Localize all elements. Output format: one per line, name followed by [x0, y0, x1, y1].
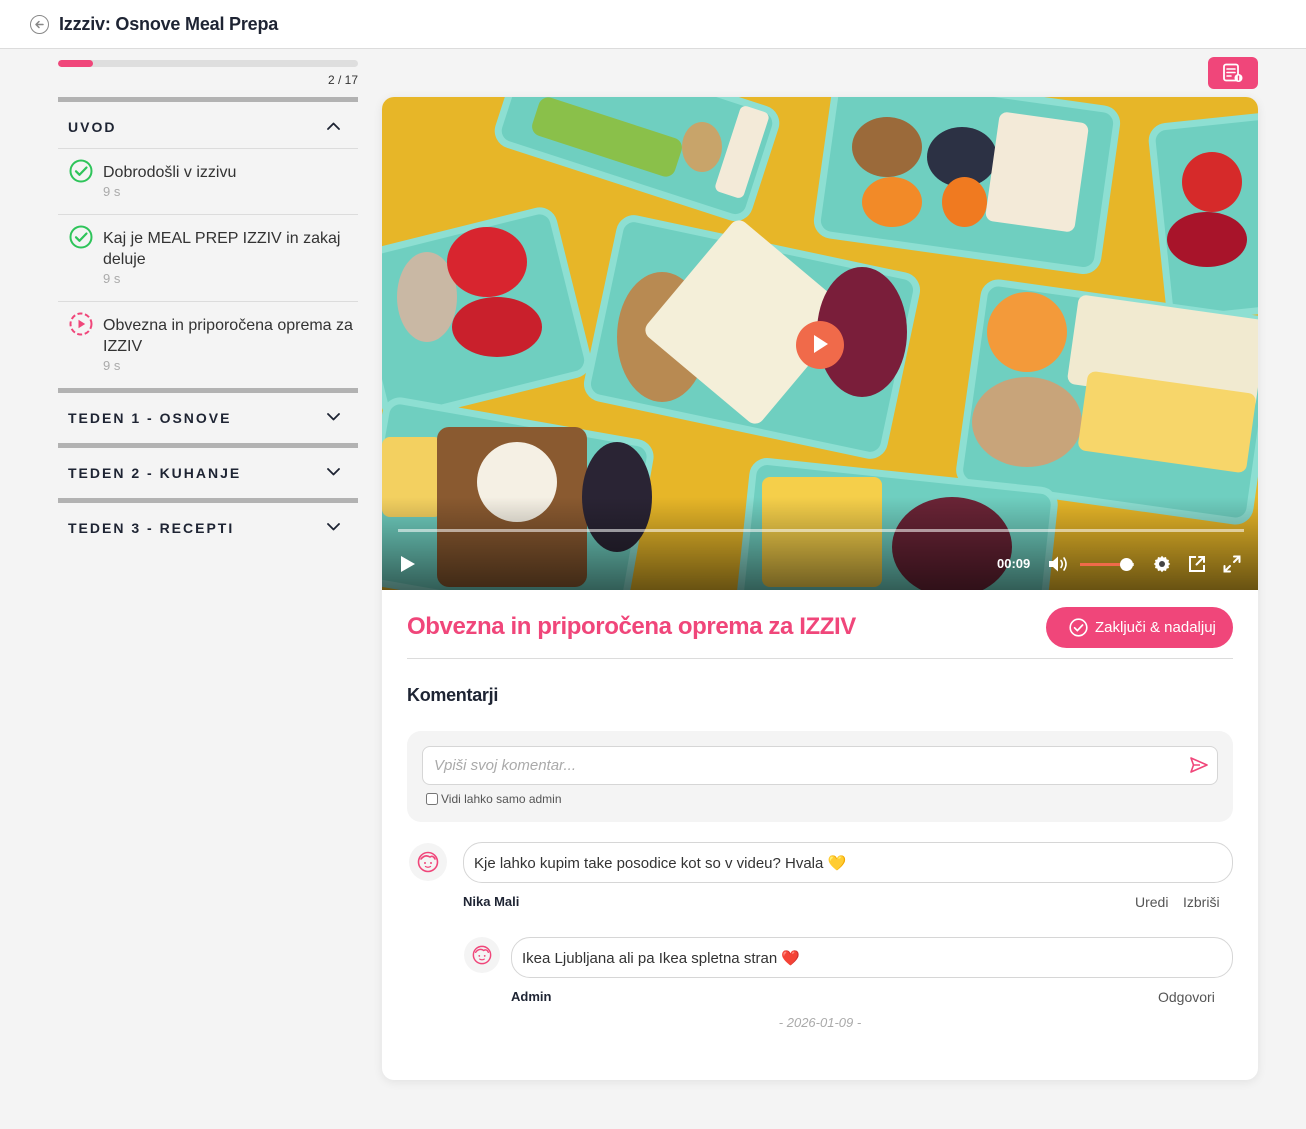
lesson-item-what-is[interactable]: Kaj je MEAL PREP IZZIV in zakaj deluje 9…	[58, 215, 358, 302]
complete-and-continue-button[interactable]: Zaključi & nadaljuj	[1046, 607, 1233, 648]
big-play-button[interactable]	[796, 321, 844, 369]
comment-bubble: Kje lahko kupim take posodice kot so v v…	[463, 842, 1233, 883]
play-icon	[814, 335, 828, 353]
check-circle-icon	[69, 159, 93, 183]
course-progress-count: 2 / 17	[327, 73, 358, 87]
play-icon[interactable]	[400, 555, 416, 573]
lesson-card: 00:09 Obvezna in priporočena oprema za I…	[382, 97, 1258, 1080]
comment-composer: Vidi lahko samo admin	[407, 731, 1233, 822]
lesson-heading: Obvezna in priporočena oprema za IZZIV	[407, 613, 856, 640]
comment-text: Kje lahko kupim take posodice kot so v v…	[474, 855, 824, 872]
edit-comment-link[interactable]: Uredi	[1135, 894, 1168, 910]
section-title: TEDEN 2 - KUHANJE	[68, 465, 242, 481]
section-header[interactable]: TEDEN 2 - KUHANJE	[58, 448, 358, 498]
divider	[407, 658, 1233, 659]
avatar	[464, 937, 500, 973]
comment-date: - 2026-01-09 -	[778, 1015, 862, 1030]
section-title: TEDEN 3 - RECEPTI	[68, 520, 235, 536]
lesson-item-equipment[interactable]: Obvezna in priporočena oprema za IZZIV 9…	[58, 302, 358, 388]
avatar	[409, 843, 447, 881]
notes-icon	[1223, 63, 1243, 82]
lesson-duration: 9 s	[103, 271, 121, 286]
comment-author: Nika Mali	[463, 894, 520, 909]
section-uvod[interactable]: UVOD	[58, 97, 358, 152]
reply-link[interactable]: Odgovori	[1158, 989, 1215, 1005]
back-arrow-icon[interactable]	[30, 15, 49, 34]
section-header[interactable]: TEDEN 1 - OSNOVE	[58, 393, 358, 443]
lesson-duration: 9 s	[103, 184, 121, 199]
fullscreen-icon[interactable]	[1223, 555, 1241, 573]
lesson-duration: 9 s	[103, 358, 121, 373]
video-player[interactable]: 00:09	[382, 97, 1258, 590]
pip-external-icon[interactable]	[1188, 555, 1206, 573]
admin-only-label: Vidi lahko samo admin	[441, 792, 562, 806]
volume-icon[interactable]	[1048, 555, 1070, 573]
girl-face-icon	[417, 851, 439, 873]
complete-button-label: Zaključi & nadaljuj	[1095, 619, 1216, 636]
chevron-down-icon	[327, 413, 340, 421]
red-heart-emoji: ❤️	[781, 950, 801, 967]
check-circle-icon	[69, 225, 93, 249]
section-title: TEDEN 1 - OSNOVE	[68, 410, 232, 426]
video-controls-shade	[382, 497, 1258, 590]
section-title: UVOD	[68, 119, 117, 135]
lesson-title: Dobrodošli v izzivu	[103, 164, 237, 181]
girl-face-icon	[472, 945, 492, 965]
notes-button[interactable]	[1208, 57, 1258, 89]
section-teden-2[interactable]: TEDEN 2 - KUHANJE	[58, 443, 358, 498]
admin-only-checkbox[interactable]	[426, 793, 438, 805]
top-bar: Izzziv: Osnove Meal Prepa	[0, 0, 1306, 49]
yellow-heart-emoji: 💛	[827, 855, 847, 872]
comment-input[interactable]	[422, 746, 1218, 785]
lesson-title: Obvezna in priporočena oprema za IZZIV	[103, 317, 353, 355]
chevron-up-icon	[327, 122, 340, 130]
video-time: 00:09	[997, 556, 1031, 571]
reply-text: Ikea Ljubljana ali pa Ikea spletna stran	[522, 950, 778, 967]
chevron-down-icon	[327, 468, 340, 476]
lesson-title: Kaj je MEAL PREP IZZIV in zakaj deluje	[103, 230, 341, 268]
section-header[interactable]: TEDEN 3 - RECEPTI	[58, 503, 358, 553]
send-icon[interactable]	[1189, 756, 1209, 774]
admin-only-checkbox-row[interactable]: Vidi lahko samo admin	[426, 792, 562, 806]
lesson-item-welcome[interactable]: Dobrodošli v izzivu 9 s	[58, 149, 358, 215]
chevron-down-icon	[327, 523, 340, 531]
video-seek-bar[interactable]	[398, 529, 1244, 532]
section-teden-1[interactable]: TEDEN 1 - OSNOVE	[58, 388, 358, 443]
section-teden-3[interactable]: TEDEN 3 - RECEPTI	[58, 498, 358, 553]
volume-knob[interactable]	[1119, 558, 1133, 571]
reply-bubble: Ikea Ljubljana ali pa Ikea spletna stran…	[511, 937, 1233, 978]
course-progress-fill	[58, 60, 94, 67]
play-progress-icon	[69, 312, 93, 336]
comments-heading: Komentarji	[407, 685, 499, 705]
page-title: Izzziv: Osnove Meal Prepa	[59, 14, 279, 34]
delete-comment-link[interactable]: Izbriši	[1183, 894, 1220, 910]
reply-author: Admin	[511, 989, 552, 1004]
settings-gear-icon[interactable]	[1153, 555, 1171, 573]
course-progress-bar	[58, 60, 358, 67]
section-header[interactable]: UVOD	[58, 102, 358, 152]
check-circle-icon	[1069, 618, 1088, 637]
